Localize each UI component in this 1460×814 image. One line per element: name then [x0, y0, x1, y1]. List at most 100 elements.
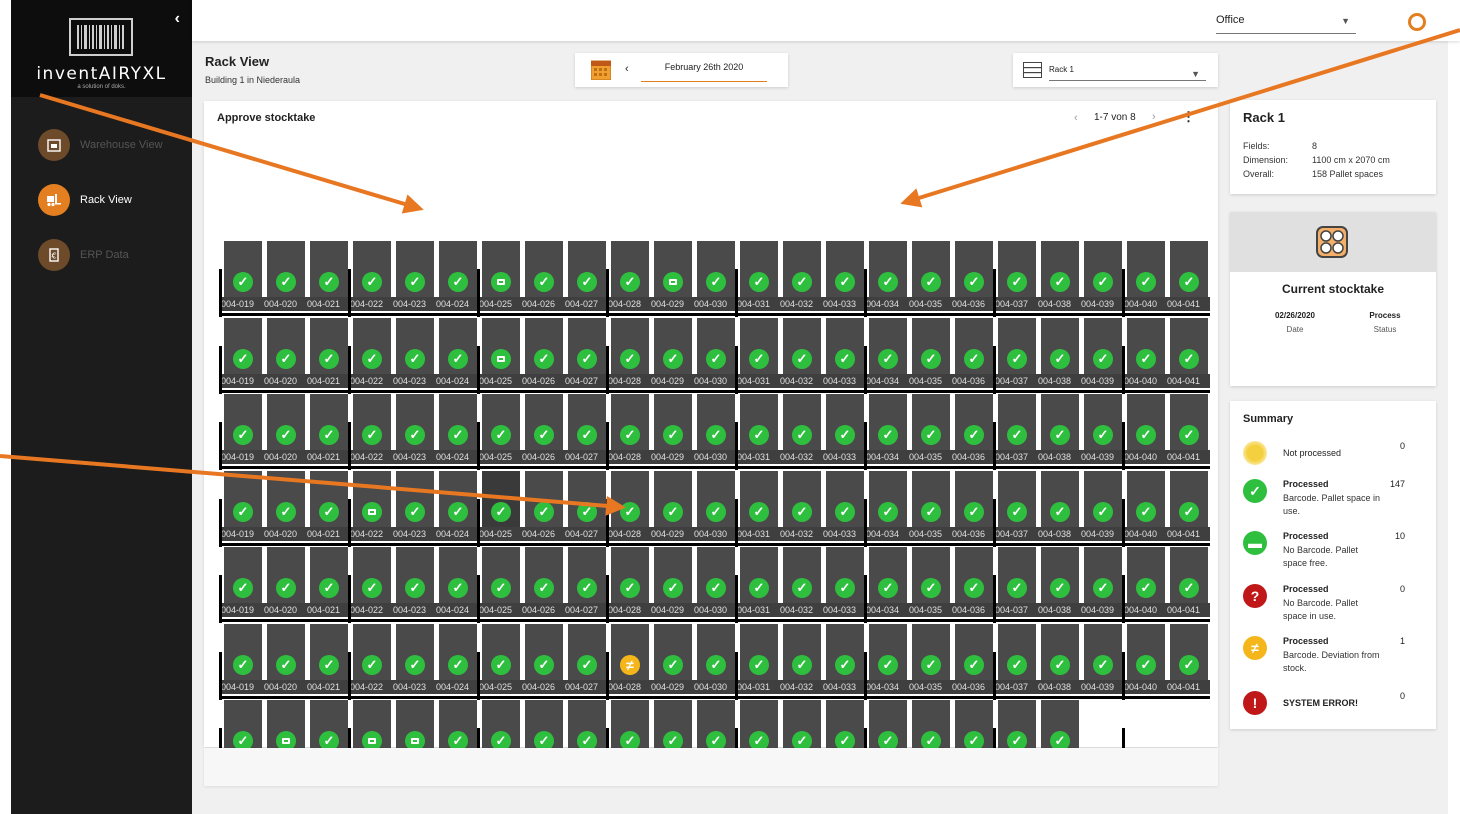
- pallet-slot[interactable]: ✓: [568, 317, 606, 374]
- pallet-slot[interactable]: ✓: [783, 547, 821, 603]
- pallet-slot[interactable]: ✓: [224, 241, 262, 297]
- pallet-slot[interactable]: ✓: [1170, 470, 1208, 527]
- pallet-slot[interactable]: [353, 470, 391, 527]
- pallet-slot[interactable]: ✓: [654, 547, 692, 603]
- pallet-slot[interactable]: ✓: [396, 317, 434, 374]
- pallet-slot[interactable]: ≠: [611, 623, 649, 680]
- pallet-slot[interactable]: ✓: [912, 241, 950, 297]
- pallet-slot[interactable]: ✓: [869, 394, 907, 450]
- pallet-slot[interactable]: ✓: [1127, 394, 1165, 450]
- pallet-slot[interactable]: ✓: [740, 547, 778, 603]
- rack-select[interactable]: Rack 1 ▼: [1049, 62, 1206, 81]
- pallet-slot[interactable]: ✓: [310, 317, 348, 374]
- pallet-slot[interactable]: ✓: [1170, 317, 1208, 374]
- pallet-slot[interactable]: ✓: [955, 241, 993, 297]
- pallet-slot[interactable]: ✓: [697, 547, 735, 603]
- pallet-slot[interactable]: ✓: [310, 241, 348, 297]
- pallet-slot[interactable]: ✓: [912, 623, 950, 680]
- pallet-slot[interactable]: ✓: [568, 241, 606, 297]
- pallet-slot[interactable]: ✓: [1084, 547, 1122, 603]
- pallet-slot[interactable]: ✓: [310, 470, 348, 527]
- sidebar-item-warehouse-view[interactable]: Warehouse View: [11, 117, 192, 172]
- pallet-slot[interactable]: ✓: [611, 547, 649, 603]
- pallet-slot[interactable]: ✓: [955, 623, 993, 680]
- pallet-slot[interactable]: ✓: [396, 394, 434, 450]
- pallet-slot[interactable]: ✓: [439, 623, 477, 680]
- pallet-slot[interactable]: ✓: [697, 394, 735, 450]
- pallet-slot[interactable]: [482, 241, 520, 297]
- pallet-slot[interactable]: ✓: [1170, 241, 1208, 297]
- pallet-slot[interactable]: ✓: [396, 623, 434, 680]
- date-value[interactable]: February 26th 2020: [641, 62, 767, 82]
- pallet-slot[interactable]: ✓: [439, 470, 477, 527]
- pallet-slot[interactable]: ✓: [869, 623, 907, 680]
- pallet-slot[interactable]: ✓: [998, 394, 1036, 450]
- pallet-slot[interactable]: ✓: [740, 317, 778, 374]
- pallet-slot[interactable]: ✓: [826, 547, 864, 603]
- pallet-slot[interactable]: ✓: [525, 547, 563, 603]
- pallet-slot[interactable]: ✓: [1041, 317, 1079, 374]
- pager-prev-button[interactable]: ‹: [1074, 112, 1078, 124]
- pallet-slot[interactable]: ✓: [353, 623, 391, 680]
- pallet-slot[interactable]: ✓: [1170, 623, 1208, 680]
- pallet-slot[interactable]: ✓: [482, 470, 520, 527]
- pallet-slot[interactable]: ✓: [955, 470, 993, 527]
- pallet-slot[interactable]: ✓: [310, 623, 348, 680]
- pallet-slot[interactable]: ✓: [525, 241, 563, 297]
- pallet-slot[interactable]: ✓: [1170, 547, 1208, 603]
- pallet-slot[interactable]: ✓: [1084, 623, 1122, 680]
- sidebar-item-erp-data[interactable]: € ERP Data: [11, 227, 192, 282]
- pallet-slot[interactable]: ✓: [611, 470, 649, 527]
- pallet-slot[interactable]: ✓: [525, 623, 563, 680]
- pallet-slot[interactable]: [482, 317, 520, 374]
- pallet-slot[interactable]: ✓: [912, 547, 950, 603]
- pallet-slot[interactable]: ✓: [267, 317, 305, 374]
- pallet-slot[interactable]: ✓: [998, 317, 1036, 374]
- pallet-slot[interactable]: ✓: [310, 547, 348, 603]
- office-select[interactable]: Office ▼: [1216, 9, 1356, 34]
- pallet-slot[interactable]: ✓: [396, 241, 434, 297]
- more-options-icon[interactable]: ⋮: [1182, 109, 1195, 125]
- pallet-slot[interactable]: ✓: [396, 547, 434, 603]
- pallet-slot[interactable]: ✓: [1127, 547, 1165, 603]
- pallet-slot[interactable]: ✓: [568, 623, 606, 680]
- pallet-slot[interactable]: ✓: [568, 470, 606, 527]
- pallet-slot[interactable]: ✓: [1041, 623, 1079, 680]
- pallet-slot[interactable]: ✓: [611, 394, 649, 450]
- pallet-slot[interactable]: ✓: [998, 547, 1036, 603]
- pallet-slot[interactable]: ✓: [869, 241, 907, 297]
- pallet-slot[interactable]: ✓: [826, 241, 864, 297]
- pallet-slot[interactable]: ✓: [1041, 241, 1079, 297]
- pallet-slot[interactable]: [654, 241, 692, 297]
- pallet-slot[interactable]: ✓: [826, 623, 864, 680]
- pallet-slot[interactable]: ✓: [439, 241, 477, 297]
- pallet-slot[interactable]: ✓: [267, 394, 305, 450]
- pager-next-button[interactable]: ›: [1152, 111, 1156, 123]
- pallet-slot[interactable]: ✓: [224, 317, 262, 374]
- pallet-slot[interactable]: ✓: [783, 623, 821, 680]
- pallet-slot[interactable]: ✓: [697, 241, 735, 297]
- pallet-slot[interactable]: ✓: [955, 547, 993, 603]
- pallet-slot[interactable]: ✓: [439, 394, 477, 450]
- pallet-slot[interactable]: ✓: [525, 470, 563, 527]
- pallet-slot[interactable]: ✓: [740, 470, 778, 527]
- pallet-slot[interactable]: ✓: [1041, 394, 1079, 450]
- collapse-sidebar-icon[interactable]: ‹: [175, 10, 180, 28]
- pallet-slot[interactable]: ✓: [353, 547, 391, 603]
- pallet-slot[interactable]: ✓: [1084, 470, 1122, 527]
- pallet-slot[interactable]: ✓: [869, 470, 907, 527]
- pallet-slot[interactable]: ✓: [611, 241, 649, 297]
- pallet-slot[interactable]: ✓: [568, 394, 606, 450]
- pallet-slot[interactable]: ✓: [1170, 394, 1208, 450]
- pallet-slot[interactable]: ✓: [267, 241, 305, 297]
- pallet-slot[interactable]: ✓: [783, 241, 821, 297]
- pallet-slot[interactable]: ✓: [998, 241, 1036, 297]
- pallet-slot[interactable]: ✓: [912, 317, 950, 374]
- pallet-slot[interactable]: ✓: [525, 317, 563, 374]
- previous-date-button[interactable]: ‹: [625, 63, 629, 75]
- pallet-slot[interactable]: ✓: [439, 317, 477, 374]
- pallet-slot[interactable]: ✓: [482, 547, 520, 603]
- pallet-slot[interactable]: ✓: [654, 394, 692, 450]
- pallet-slot[interactable]: ✓: [826, 394, 864, 450]
- pallet-slot[interactable]: ✓: [1041, 470, 1079, 527]
